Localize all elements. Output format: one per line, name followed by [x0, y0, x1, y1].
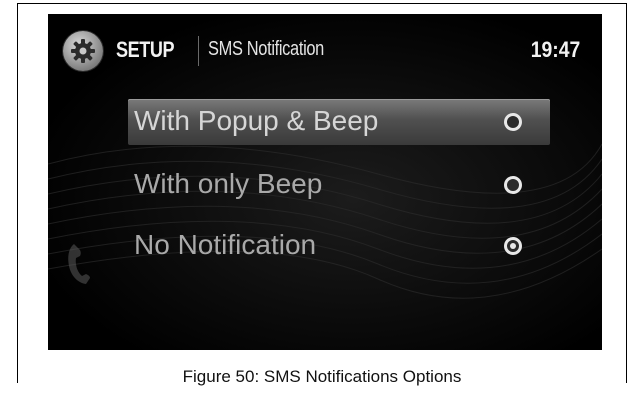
option-with-only-beep[interactable]: With only Beep [128, 162, 550, 208]
head-unit-screen: SETUP SMS Notification 19:47 With Popup … [48, 14, 602, 350]
option-label: With only Beep [134, 168, 323, 199]
title-divider [198, 36, 199, 66]
radio-button[interactable] [504, 176, 522, 194]
option-with-popup-and-beep[interactable]: With Popup & Beep [128, 99, 550, 145]
radio-button[interactable] [504, 113, 522, 131]
gear-icon [71, 39, 95, 63]
figure-caption: Figure 50: SMS Notifications Options [182, 367, 462, 386]
clock: 19:47 [530, 37, 580, 62]
section-title: SETUP [116, 37, 175, 62]
option-label: No Notification [134, 229, 317, 260]
phone-icon [68, 244, 90, 284]
option-label: With Popup & Beep [134, 105, 379, 136]
option-no-notification[interactable]: No Notification [128, 223, 550, 269]
status-bar: SETUP SMS Notification 19:47 [48, 14, 602, 88]
radio-button-selected[interactable] [504, 237, 522, 255]
page-title: SMS Notification [208, 38, 324, 60]
setup-badge[interactable] [63, 31, 103, 71]
